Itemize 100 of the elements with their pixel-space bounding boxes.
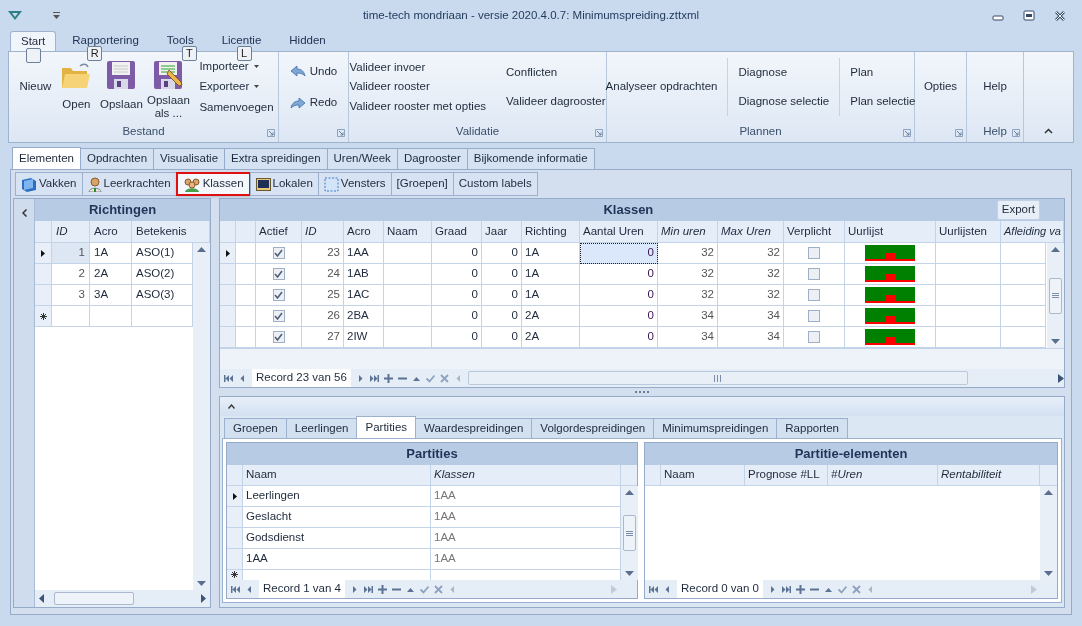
ribbon-button[interactable]: Opties <box>923 78 958 96</box>
redo-button[interactable]: Redo <box>289 94 338 112</box>
tab[interactable]: Groepen <box>224 418 287 438</box>
column-header[interactable]: Verplicht <box>784 221 845 243</box>
checkbox[interactable] <box>272 268 285 280</box>
tab[interactable]: Minimumspreidingen <box>653 418 778 438</box>
dialog-launcher-icon[interactable] <box>1012 129 1020 137</box>
next-record-icon[interactable] <box>350 584 359 594</box>
vertical-scrollbar[interactable] <box>621 486 638 580</box>
dialog-launcher-icon[interactable] <box>903 129 911 137</box>
maximize-icon[interactable] <box>1023 9 1035 22</box>
tab[interactable]: Klassen <box>175 172 251 196</box>
tab[interactable]: Leerkrachten <box>81 172 177 196</box>
column-header[interactable]: Actief <box>256 221 302 243</box>
ribbon-button[interactable]: Valideer invoer <box>349 59 487 77</box>
previous-record-icon[interactable] <box>663 584 672 594</box>
column-header[interactable]: Klassen <box>431 465 621 486</box>
ribbon-button[interactable]: Plan <box>850 63 916 82</box>
last-record-icon[interactable] <box>369 373 379 383</box>
checkbox[interactable] <box>808 310 820 322</box>
tab[interactable]: Visualisatie <box>153 148 226 169</box>
checkbox[interactable] <box>808 331 820 343</box>
tab[interactable]: Elementen <box>12 147 81 169</box>
horizontal-scrollbar[interactable] <box>467 370 1064 386</box>
tab[interactable]: Uren/Week <box>326 148 398 169</box>
row-indicator[interactable] <box>35 306 52 327</box>
add-icon[interactable] <box>796 584 805 594</box>
vertical-scrollbar[interactable] <box>193 243 210 590</box>
undo-button[interactable]: Undo <box>289 62 338 80</box>
column-header[interactable]: Max Uren <box>718 221 784 243</box>
next-record-icon[interactable] <box>768 584 777 594</box>
column-header[interactable]: Uurlijsten <box>936 221 1001 243</box>
first-record-icon[interactable] <box>649 584 658 594</box>
scroll-up-icon[interactable] <box>625 490 634 495</box>
tab[interactable]: Vakken <box>15 172 83 196</box>
dialog-launcher-icon[interactable] <box>337 129 345 137</box>
ribbon-button[interactable]: Help <box>983 78 1007 96</box>
first-record-icon[interactable] <box>231 584 240 594</box>
tab[interactable]: Partities <box>356 416 417 438</box>
check-icon[interactable] <box>838 584 847 594</box>
scroll-up-icon[interactable] <box>1051 247 1060 252</box>
new-button[interactable]: Nieuw <box>15 52 56 122</box>
scroll-down-icon[interactable] <box>1044 571 1053 576</box>
row-indicator[interactable] <box>227 486 243 507</box>
first-record-icon[interactable] <box>224 373 233 383</box>
row-indicator[interactable] <box>227 570 243 580</box>
ribbon-button[interactable]: Diagnose <box>738 63 830 82</box>
add-icon[interactable] <box>378 584 387 594</box>
add-icon[interactable] <box>383 373 393 383</box>
scroll-right-icon[interactable] <box>1058 373 1064 383</box>
collapse-ribbon-icon[interactable] <box>1044 128 1053 134</box>
scroll-right-icon[interactable] <box>201 594 206 603</box>
checkbox[interactable] <box>808 247 820 259</box>
scroll-thumb[interactable] <box>467 371 968 385</box>
collapse-panel-icon[interactable] <box>21 209 27 217</box>
previous-record-icon[interactable] <box>245 584 254 594</box>
checkbox[interactable] <box>272 289 285 301</box>
check-icon[interactable] <box>420 584 429 594</box>
scroll-up-icon[interactable] <box>1044 490 1053 495</box>
scroll-down-icon[interactable] <box>1051 339 1060 344</box>
ribbon-button[interactable]: Valideer dagrooster <box>506 92 606 111</box>
column-header[interactable]: Jaar <box>482 221 522 243</box>
check-icon[interactable] <box>425 373 435 383</box>
tab[interactable]: Rapporten <box>776 418 849 438</box>
dialog-launcher-icon[interactable] <box>595 129 603 137</box>
column-header[interactable]: Richting <box>522 221 580 243</box>
tab[interactable]: Opdrachten <box>80 148 155 169</box>
tab[interactable]: Dagrooster <box>396 148 468 169</box>
vertical-scrollbar[interactable] <box>1040 486 1057 580</box>
tab[interactable]: Custom labels <box>452 172 538 196</box>
tab[interactable]: Bijkomende informatie <box>466 148 595 169</box>
checkbox[interactable] <box>808 268 820 280</box>
export-button[interactable]: Export <box>996 200 1040 220</box>
tab[interactable]: Hidden <box>279 31 336 51</box>
row-indicator[interactable] <box>220 243 236 264</box>
column-header[interactable]: Min uren <box>658 221 718 243</box>
column-header[interactable]: Graad <box>432 221 482 243</box>
column-header[interactable]: #Uren <box>828 465 938 486</box>
row-indicator[interactable] <box>35 243 52 264</box>
tab[interactable]: Volgordespreidingen <box>531 418 655 438</box>
tab[interactable]: Vensters <box>317 172 392 196</box>
checkbox[interactable] <box>808 289 820 301</box>
checkbox[interactable] <box>272 310 285 322</box>
last-record-icon[interactable] <box>782 584 791 594</box>
last-record-icon[interactable] <box>364 584 373 594</box>
scroll-thumb[interactable] <box>623 515 636 551</box>
checkbox[interactable] <box>272 331 285 343</box>
ribbon-button[interactable]: Diagnose selectie <box>738 92 830 111</box>
column-header[interactable]: Naam <box>661 465 745 486</box>
collapse-icon[interactable] <box>228 404 235 409</box>
column-header[interactable]: Uurlijst <box>845 221 936 243</box>
quick-access-menu-icon[interactable] <box>53 12 60 19</box>
tab[interactable]: [Groepen] <box>390 172 454 196</box>
close-icon[interactable] <box>1054 9 1066 22</box>
tab[interactable]: Start <box>10 31 57 51</box>
tab[interactable]: Waardespreidingen <box>415 418 533 438</box>
column-header[interactable]: Rentabiliteit <box>938 465 1040 486</box>
dialog-launcher-icon[interactable] <box>267 129 275 137</box>
scroll-down-icon[interactable] <box>197 581 206 586</box>
dialog-launcher-icon[interactable] <box>955 129 963 137</box>
